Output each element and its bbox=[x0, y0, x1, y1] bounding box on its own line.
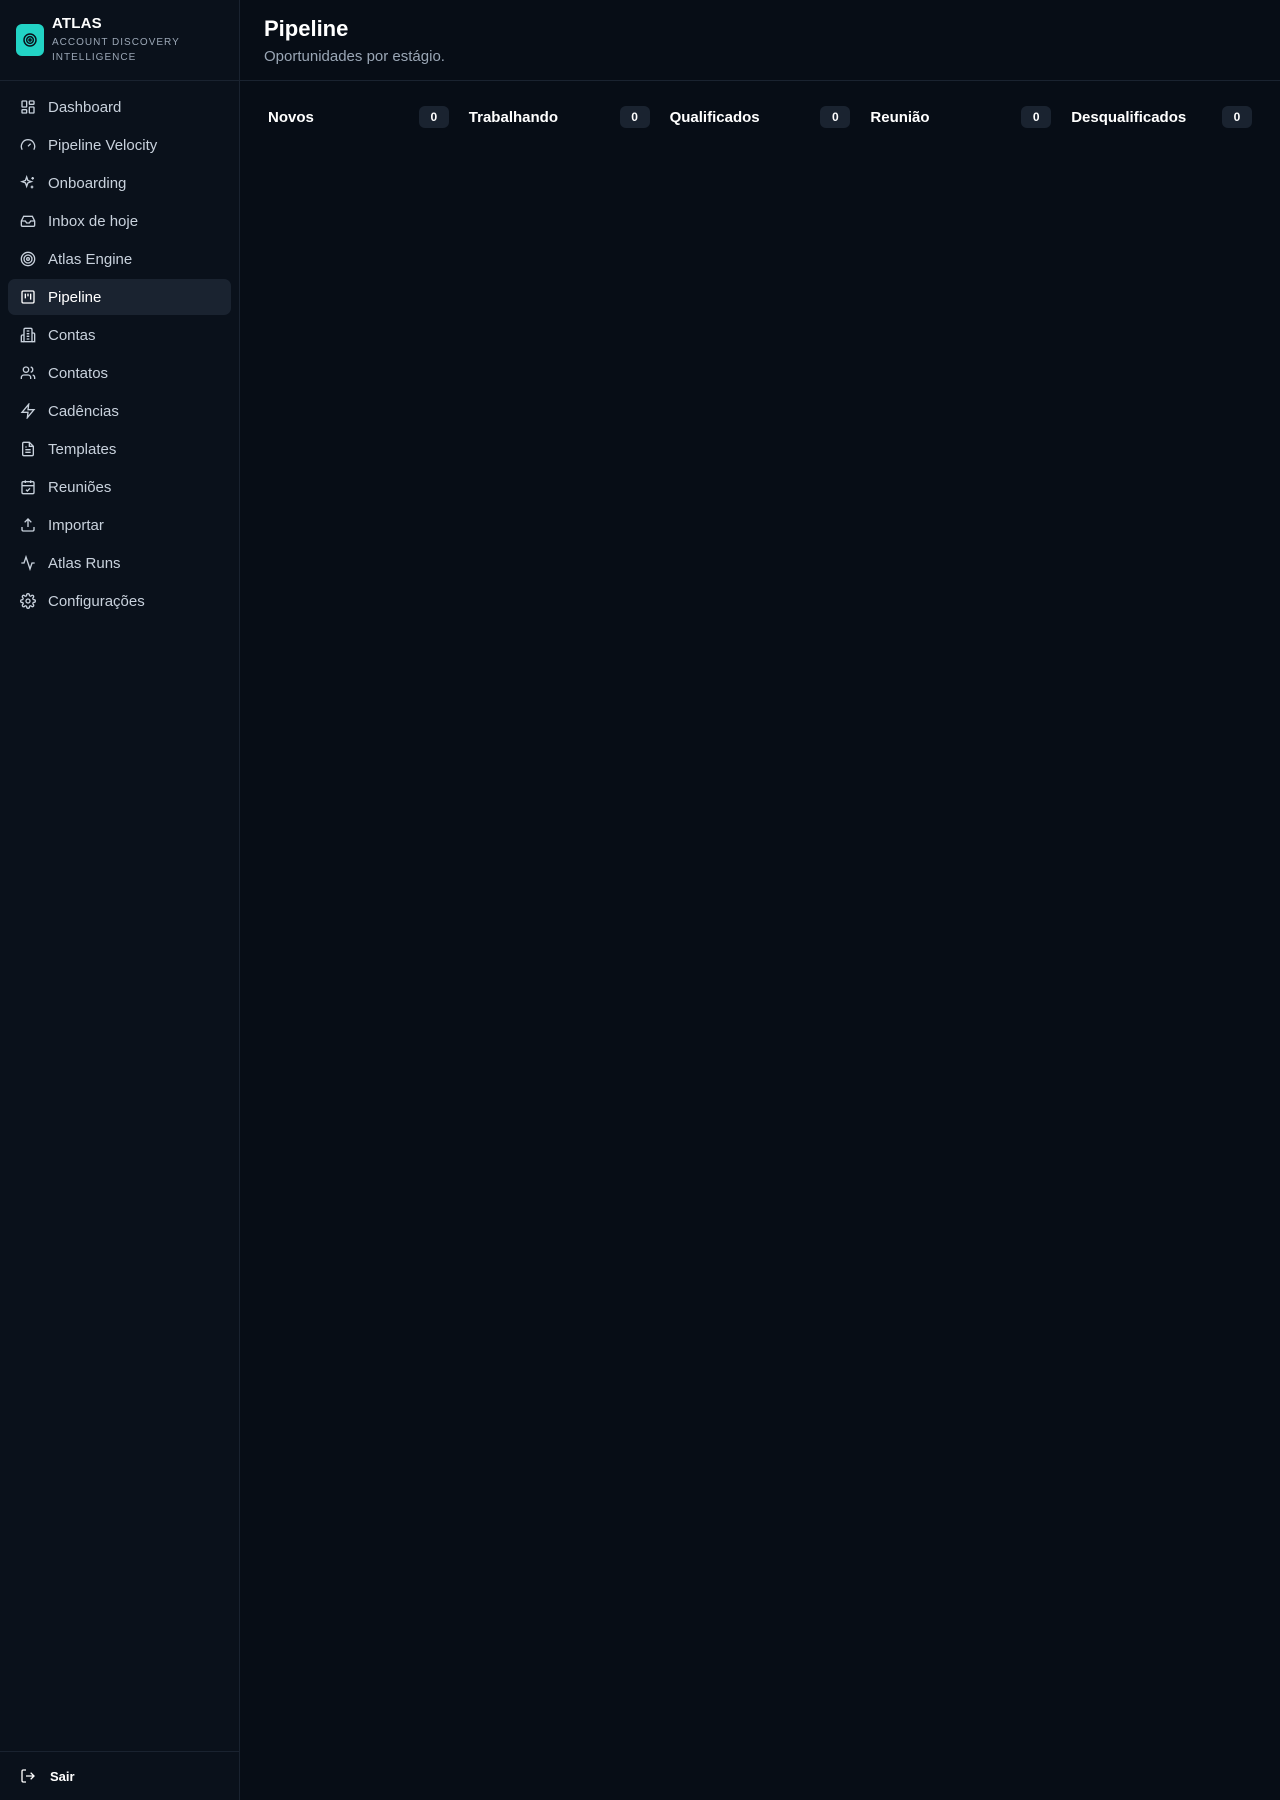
sidebar-item-onboarding[interactable]: Onboarding bbox=[8, 165, 231, 201]
column-header: Reunião 0 bbox=[870, 105, 1052, 129]
column-header: Novos 0 bbox=[268, 105, 449, 129]
logout-label: Sair bbox=[50, 1768, 75, 1784]
pipeline-column-trabalhando[interactable]: Trabalhando 0 bbox=[469, 105, 650, 129]
sidebar-item-templates[interactable]: Templates bbox=[8, 431, 231, 467]
sidebar-item-pipeline-velocity[interactable]: Pipeline Velocity bbox=[8, 127, 231, 163]
count-badge: 0 bbox=[1021, 106, 1052, 128]
column-header: Qualificados 0 bbox=[670, 105, 851, 129]
sidebar-item-contas[interactable]: Contas bbox=[8, 317, 231, 353]
sidebar-item-label: Templates bbox=[48, 440, 117, 458]
sidebar-item-contatos[interactable]: Contatos bbox=[8, 355, 231, 391]
upload-icon bbox=[21, 518, 35, 532]
column-header: Trabalhando 0 bbox=[469, 105, 650, 129]
brand[interactable]: ATLAS ACCOUNT DISCOVERY INTELLIGENCE bbox=[0, 0, 239, 81]
column-title: Novos bbox=[268, 108, 314, 126]
sidebar-item-label: Contatos bbox=[48, 364, 109, 382]
sidebar-item-label: Inbox de hoje bbox=[48, 212, 139, 230]
page-header: Pipeline Oportunidades por estágio. bbox=[240, 0, 1280, 81]
sidebar-item-label: Importar bbox=[48, 516, 104, 534]
brand-tagline: ACCOUNT DISCOVERY INTELLIGENCE bbox=[52, 37, 180, 63]
grid-icon bbox=[21, 100, 35, 114]
sidebar-item-label: Onboarding bbox=[48, 174, 127, 192]
page-title: Pipeline bbox=[264, 16, 349, 41]
page-subtitle: Oportunidades por estágio. bbox=[264, 48, 445, 65]
file-text-icon bbox=[22, 441, 34, 457]
sidebar-item-pipeline[interactable]: Pipeline bbox=[8, 279, 231, 315]
pipeline-column-novos[interactable]: Novos 0 bbox=[268, 105, 449, 129]
sidebar-nav: Dashboard Pipeline Velocity Onboarding I… bbox=[0, 81, 239, 627]
sidebar-item-inbox[interactable]: Inbox de hoje bbox=[8, 203, 231, 239]
column-title: Reunião bbox=[870, 108, 930, 126]
count-badge: 0 bbox=[619, 106, 650, 128]
sidebar-item-label: Cadências bbox=[48, 402, 119, 420]
calendar-check-icon bbox=[21, 480, 35, 495]
sidebar-item-dashboard[interactable]: Dashboard bbox=[8, 89, 231, 125]
count-badge: 0 bbox=[820, 106, 851, 128]
sidebar-item-label: Pipeline Velocity bbox=[48, 136, 158, 154]
zap-icon bbox=[20, 403, 36, 419]
kanban-icon bbox=[21, 290, 35, 304]
sidebar-item-label: Configurações bbox=[48, 592, 145, 610]
users-icon bbox=[20, 366, 36, 379]
column-title: Qualificados bbox=[669, 108, 760, 126]
settings-icon bbox=[20, 593, 36, 609]
building-icon bbox=[20, 327, 36, 343]
sidebar: ATLAS ACCOUNT DISCOVERY INTELLIGENCE Das… bbox=[0, 0, 240, 1800]
column-title: Trabalhando bbox=[468, 108, 558, 126]
pipeline-column-qualificados[interactable]: Qualificados 0 bbox=[670, 105, 851, 129]
sidebar-item-configuracoes[interactable]: Configurações bbox=[8, 583, 231, 619]
sidebar-item-atlas-engine[interactable]: Atlas Engine bbox=[8, 241, 231, 277]
sidebar-item-label: Dashboard bbox=[48, 98, 122, 116]
sidebar-item-label: Contas bbox=[48, 326, 96, 344]
sidebar-item-label: Reuniões bbox=[48, 478, 112, 496]
activity-icon bbox=[21, 555, 35, 571]
column-header: Desqualificados 0 bbox=[1071, 105, 1252, 129]
inbox-icon bbox=[20, 215, 36, 227]
pipeline-column-reuniao[interactable]: Reunião 0 bbox=[870, 105, 1052, 129]
sidebar-item-reunioes[interactable]: Reuniões bbox=[8, 469, 231, 505]
column-title: Desqualificados bbox=[1071, 108, 1187, 126]
brand-text: ATLAS ACCOUNT DISCOVERY INTELLIGENCE bbox=[52, 15, 192, 65]
atlas-logo-icon bbox=[16, 24, 44, 56]
sidebar-item-label: Atlas Engine bbox=[48, 250, 133, 268]
sidebar-item-importar[interactable]: Importar bbox=[8, 507, 231, 543]
main-content: Pipeline Oportunidades por estágio. Novo… bbox=[240, 0, 1280, 1800]
log-out-icon bbox=[21, 1769, 35, 1783]
sidebar-item-label: Atlas Runs bbox=[48, 554, 121, 572]
pipeline-column-desqualificados[interactable]: Desqualificados 0 bbox=[1071, 105, 1252, 129]
logout-button[interactable]: Sair bbox=[0, 1751, 239, 1800]
brand-name: ATLAS bbox=[52, 15, 102, 32]
count-badge: 0 bbox=[418, 106, 449, 128]
sidebar-item-atlas-runs[interactable]: Atlas Runs bbox=[8, 545, 231, 581]
sidebar-item-label: Pipeline bbox=[48, 288, 102, 306]
count-badge: 0 bbox=[1221, 106, 1252, 128]
app-shell: ATLAS ACCOUNT DISCOVERY INTELLIGENCE Das… bbox=[0, 0, 1280, 1800]
target-icon bbox=[20, 251, 36, 267]
pipeline-board: Novos 0 Trabalhando 0 Qualificados 0 Reu… bbox=[240, 81, 1280, 129]
gauge-icon bbox=[20, 139, 36, 150]
sparkles-icon bbox=[20, 175, 34, 189]
sidebar-item-cadencias[interactable]: Cadências bbox=[8, 393, 231, 429]
